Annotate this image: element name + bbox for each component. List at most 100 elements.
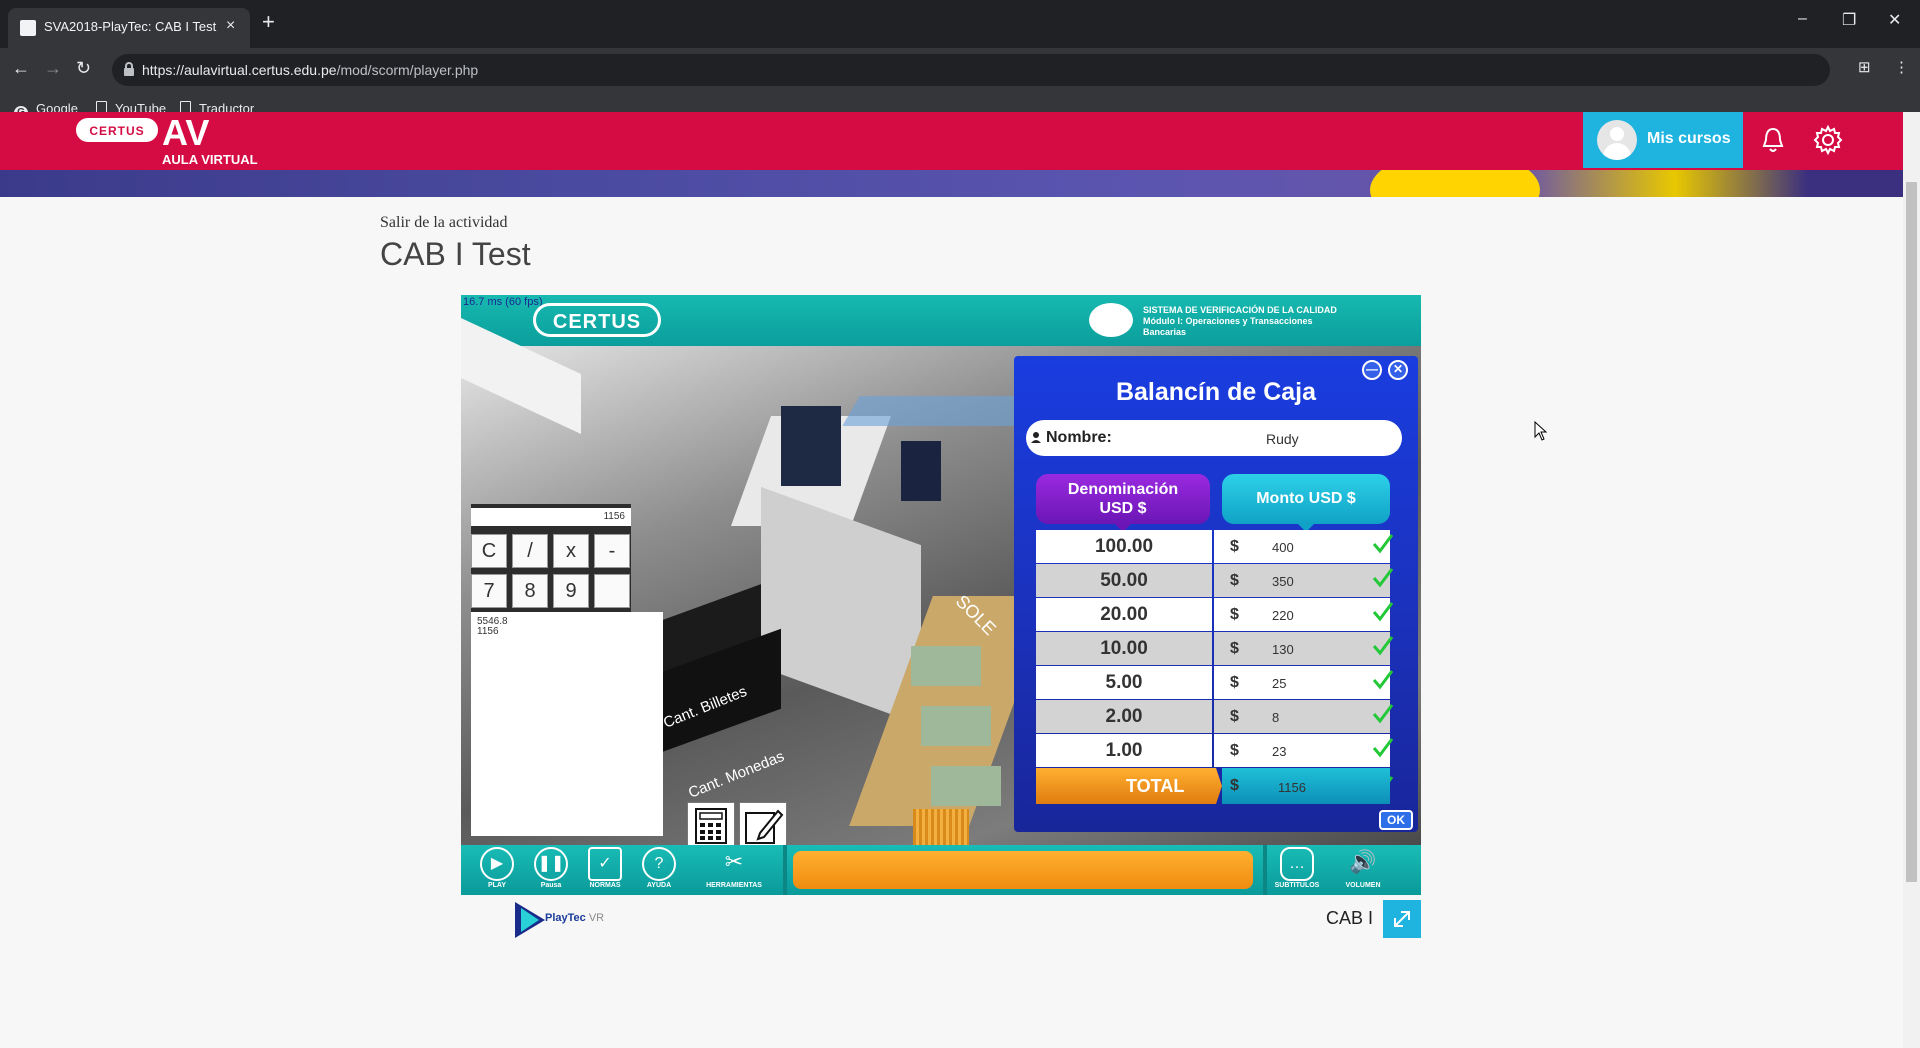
calculator-icon <box>695 808 727 844</box>
pause-caption: Pausa <box>540 882 562 889</box>
check-icon <box>1372 704 1394 724</box>
table-row: 10.00 $130 <box>1036 632 1390 666</box>
monedas-stack-label: Cant. Monedas <box>686 747 787 802</box>
total-label: TOTAL <box>1036 768 1222 804</box>
close-window-icon[interactable]: ✕ <box>1888 10 1901 30</box>
help-button[interactable]: ? AYUDA <box>633 847 685 893</box>
panel-minimize-button[interactable]: — <box>1362 360 1382 380</box>
currency-symbol: $ <box>1230 742 1239 759</box>
amount-cell[interactable]: $400 <box>1214 530 1390 563</box>
currency-symbol: $ <box>1230 572 1239 589</box>
name-label: Nombre: <box>1046 429 1112 446</box>
calc-key-8[interactable]: 8 <box>512 574 548 608</box>
amount-value: 220 <box>1272 608 1294 623</box>
subtitles-caption: SUBTITULOS <box>1274 882 1320 889</box>
ok-button[interactable]: OK <box>1379 810 1413 830</box>
person-icon <box>1031 432 1041 443</box>
quality-system-icon <box>1089 303 1133 337</box>
tape-line: 1156 <box>477 626 499 637</box>
volume-button[interactable]: 🔊 VOLUMEN <box>1333 847 1393 893</box>
expand-icon <box>1394 911 1410 927</box>
amount-cell[interactable]: $220 <box>1214 598 1390 631</box>
amount-cell[interactable]: $25 <box>1214 666 1390 699</box>
subtitles-button[interactable]: … SUBTITULOS <box>1267 847 1327 893</box>
browser-tab[interactable]: SVA2018-PlayTec: CAB I Test × <box>8 8 250 48</box>
play-caption: PLAY <box>487 882 507 889</box>
extension-icon[interactable]: ⊞ <box>1858 58 1871 76</box>
calculator-display: 1156 <box>471 508 631 526</box>
pause-icon: ❚❚ <box>534 847 568 881</box>
system-title-line1: SISTEMA DE VERIFICACIÓN DE LA CALIDAD <box>1143 305 1337 315</box>
tab-title: SVA2018-PlayTec: CAB I Test <box>44 19 217 34</box>
calculator[interactable]: 1156 C / x - 7 8 9 <box>471 504 631 612</box>
restore-window-icon[interactable]: ❐ <box>1842 10 1856 30</box>
denomination-cell: 50.00 <box>1036 564 1212 597</box>
name-field: Nombre: Rudy <box>1026 420 1402 456</box>
balance-table: 100.00 $400 50.00 $350 20.00 $220 10.00 … <box>1036 530 1390 768</box>
amount-cell[interactable]: $8 <box>1214 700 1390 733</box>
certus-logo[interactable]: CERTUS <box>76 118 158 142</box>
menu-kebab-icon[interactable]: ⋮ <box>1894 58 1909 76</box>
tools-button[interactable]: ✂ HERRAMIENTAS <box>699 847 769 893</box>
rules-button[interactable]: ✓ NORMAS <box>579 847 631 893</box>
play-icon: ▶ <box>480 847 514 881</box>
system-title: SISTEMA DE VERIFICACIÓN DE LA CALIDAD Mó… <box>1143 305 1413 338</box>
logo-av: AV <box>162 112 210 153</box>
pencil-notes-icon <box>745 809 784 844</box>
amount-cell[interactable]: $130 <box>1214 632 1390 665</box>
amount-cell[interactable]: $23 <box>1214 734 1390 767</box>
game-logo-text: CERTUS <box>552 311 642 333</box>
total-value: 1156 <box>1278 780 1306 795</box>
minimize-window-icon[interactable]: – <box>1798 10 1807 28</box>
notes-tool-button[interactable] <box>739 802 787 850</box>
page-scrollbar[interactable] <box>1903 112 1920 1048</box>
table-row: 2.00 $8 <box>1036 700 1390 734</box>
name-value: Rudy <box>1266 431 1299 447</box>
calc-key-divide[interactable]: / <box>512 534 548 568</box>
currency-symbol: $ <box>1230 708 1239 725</box>
logo-subtitle: AULA VIRTUAL <box>162 152 258 167</box>
fullscreen-button[interactable] <box>1383 900 1421 938</box>
denomination-cell: 20.00 <box>1036 598 1212 631</box>
back-arrow-icon[interactable]: ← <box>12 58 30 79</box>
hero-banner <box>0 170 1903 197</box>
scorm-game-frame[interactable]: 16.7 ms (60 fps) CERTUS SISTEMA DE VERIF… <box>461 295 1421 895</box>
reload-icon[interactable]: ↻ <box>76 58 91 79</box>
total-row: TOTAL $1156 <box>1036 768 1390 804</box>
panel-close-button[interactable]: ✕ <box>1388 360 1408 380</box>
forward-arrow-icon[interactable]: → <box>44 58 62 79</box>
table-row: 50.00 $350 <box>1036 564 1390 598</box>
pause-button[interactable]: ❚❚ Pausa <box>525 847 577 893</box>
currency-symbol: $ <box>1230 777 1239 794</box>
calc-key-9[interactable]: 9 <box>553 574 589 608</box>
my-courses-button[interactable]: Mis cursos <box>1583 112 1743 168</box>
calc-key-blank[interactable] <box>594 574 630 608</box>
amount-cell[interactable]: $350 <box>1214 564 1390 597</box>
browser-tab-strip: SVA2018-PlayTec: CAB I Test × + – ❐ ✕ <box>0 0 1920 48</box>
bell-icon[interactable] <box>1762 126 1784 154</box>
check-icon <box>1372 636 1394 656</box>
exit-activity-link[interactable]: Salir de la actividad <box>380 214 508 232</box>
play-button[interactable]: ▶ PLAY <box>471 847 523 893</box>
tab-close-icon[interactable]: × <box>226 17 235 35</box>
calculator-tool-button[interactable] <box>687 802 735 850</box>
help-icon: ? <box>642 847 676 881</box>
game-header: 16.7 ms (60 fps) CERTUS SISTEMA DE VERIF… <box>461 295 1421 346</box>
calc-key-7[interactable]: 7 <box>471 574 507 608</box>
check-icon <box>1372 602 1394 622</box>
tab-favicon-icon <box>20 20 36 36</box>
money-stack-graphic <box>913 809 969 845</box>
gear-icon[interactable] <box>1812 124 1844 156</box>
calculator-tape: 5546.8 1156 <box>471 612 663 836</box>
denomination-cell: 100.00 <box>1036 530 1212 563</box>
calc-key-multiply[interactable]: x <box>553 534 589 568</box>
scrollbar-thumb[interactable] <box>1906 182 1917 882</box>
check-icon <box>1372 534 1394 554</box>
new-tab-button[interactable]: + <box>262 11 275 33</box>
check-icon <box>1372 568 1394 588</box>
amount-value: 25 <box>1272 676 1287 691</box>
calc-key-subtract[interactable]: - <box>594 534 630 568</box>
3d-bank-scene[interactable]: Cant. Billetes Cant. Monedas SOLE 1156 C… <box>461 318 1421 850</box>
omnibox[interactable]: https://aulavirtual.certus.edu.pe/mod/sc… <box>112 54 1830 86</box>
calc-key-clear[interactable]: C <box>471 534 507 568</box>
